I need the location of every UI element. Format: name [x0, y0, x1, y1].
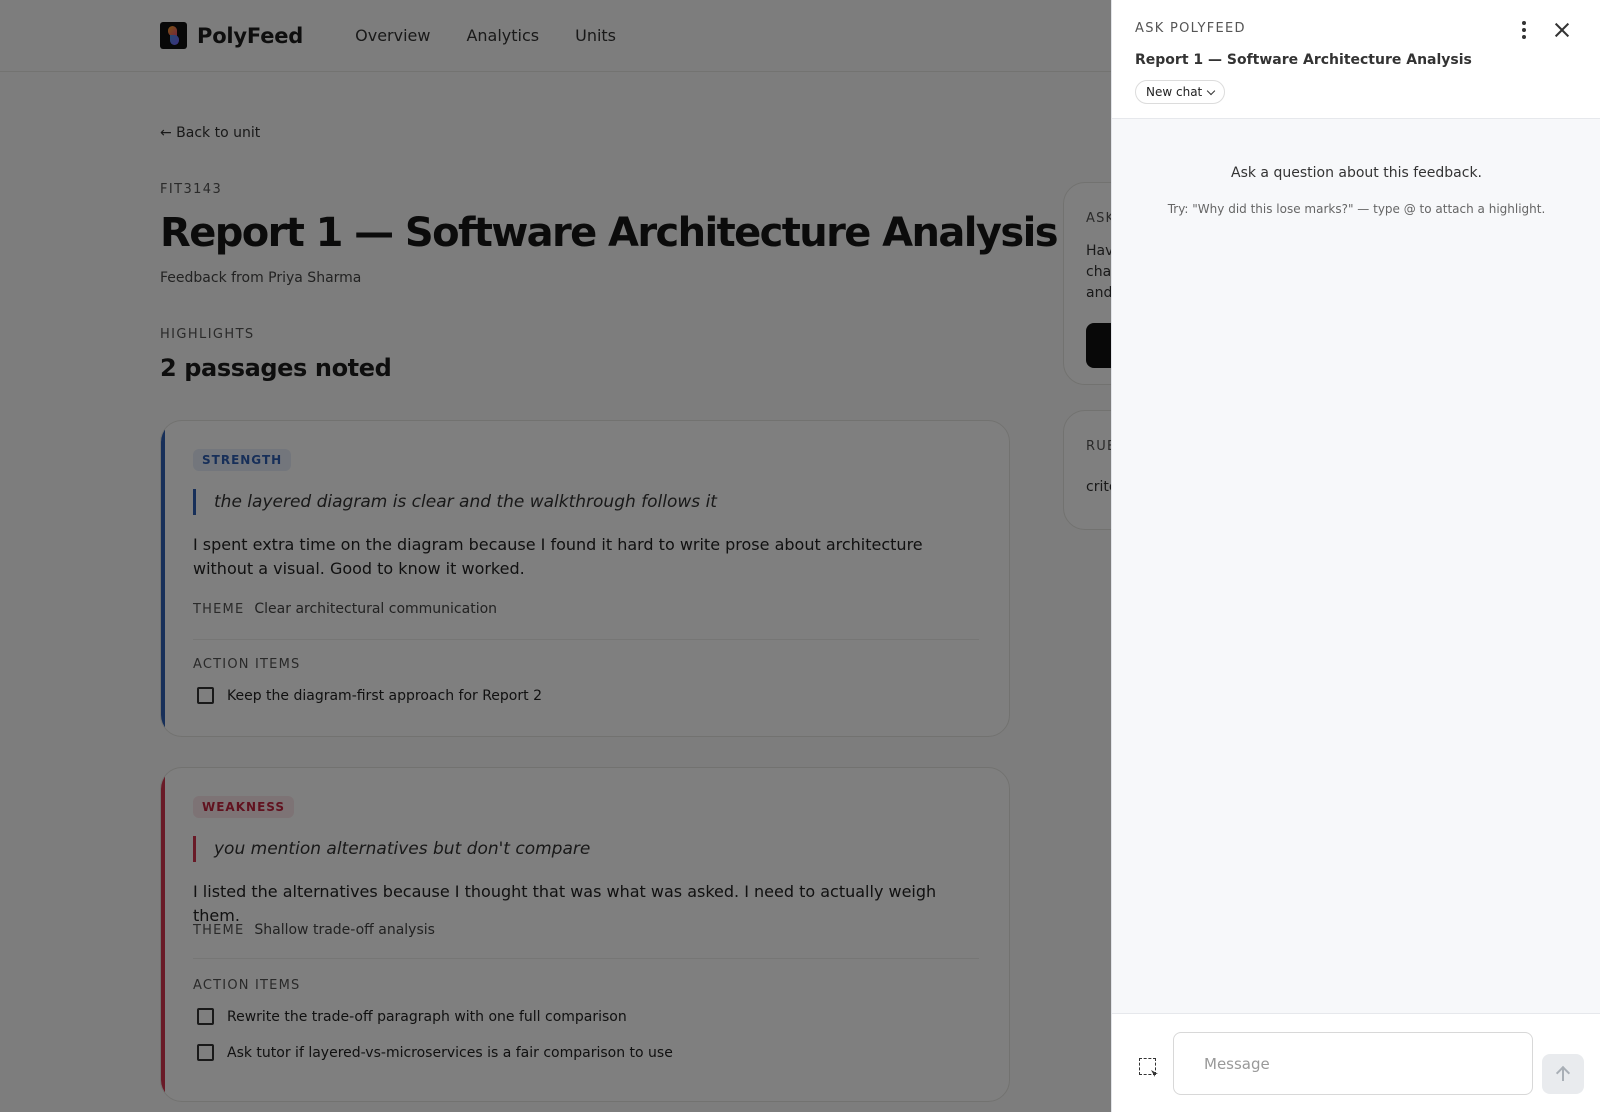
message-input[interactable]	[1173, 1032, 1533, 1095]
drawer-header: ASK POLYFEED Report 1 — Software Archite…	[1112, 0, 1600, 119]
more-options-icon[interactable]	[1514, 20, 1534, 40]
close-icon[interactable]	[1552, 20, 1572, 40]
new-chat-dropdown[interactable]: New chat	[1135, 80, 1226, 104]
drawer-title: Report 1 — Software Architecture Analysi…	[1135, 52, 1472, 68]
new-chat-label: New chat	[1146, 85, 1203, 99]
drawer-kicker: ASK POLYFEED	[1135, 21, 1246, 36]
message-composer	[1112, 1013, 1600, 1112]
ask-polyfeed-drawer: ASK POLYFEED Report 1 — Software Archite…	[1111, 0, 1600, 1112]
empty-state-hint: Try: "Why did this lose marks?" — type @…	[1167, 202, 1546, 216]
empty-state-title: Ask a question about this feedback.	[1231, 165, 1482, 181]
arrow-up-icon	[1556, 1066, 1570, 1082]
send-button[interactable]	[1542, 1054, 1584, 1094]
attach-highlight-icon[interactable]	[1139, 1058, 1156, 1075]
chevron-down-icon	[1207, 86, 1216, 95]
